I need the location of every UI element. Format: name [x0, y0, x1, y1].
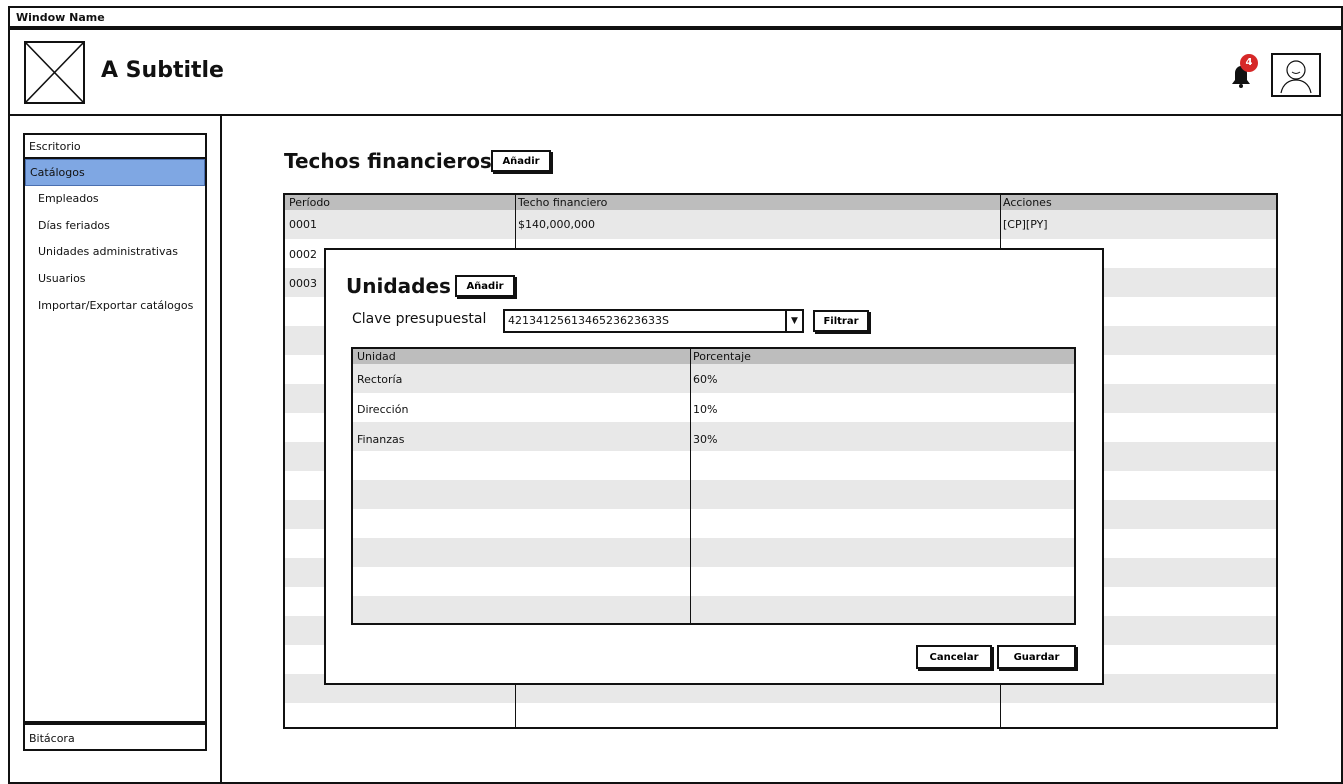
table-cell: 0001	[289, 218, 317, 231]
sidebar-item-empleados[interactable]: Empleados	[25, 186, 205, 213]
sidebar-item-catalogos[interactable]: Catálogos	[25, 159, 205, 186]
modal-title: Unidades	[346, 274, 451, 298]
table-cell: Finanzas	[357, 433, 405, 446]
sidebar-item-usuarios[interactable]: Usuarios	[25, 266, 205, 293]
table-cell: 0002	[289, 248, 317, 261]
table-cell: Rectoría	[357, 373, 403, 386]
add-techo-button[interactable]: Añadir	[491, 150, 551, 172]
column-header-techo: Techo financiero	[518, 196, 608, 209]
cancel-button[interactable]: Cancelar	[916, 645, 992, 669]
table-cell: 10%	[693, 403, 718, 416]
page-title: Techos financieros	[284, 149, 492, 173]
table-header	[285, 195, 1276, 210]
sidebar-item-dias-feriados[interactable]: Días feriados	[25, 213, 205, 240]
window-title: Window Name	[8, 6, 1343, 28]
table-cell: $140,000,000	[518, 218, 595, 231]
notification-count-badge: 4	[1240, 54, 1258, 72]
table-cell: Dirección	[357, 403, 409, 416]
sidebar-item-unidades-administrativas[interactable]: Unidades administrativas	[25, 239, 205, 266]
unidades-table: Unidad Porcentaje Rectoría 60% Dirección…	[351, 347, 1076, 625]
app-subtitle: A Subtitle	[101, 58, 224, 83]
table-cell: 60%	[693, 373, 718, 386]
table-cell: 0003	[289, 277, 317, 290]
chevron-down-icon[interactable]: ▼	[785, 311, 802, 331]
column-header-periodo: Período	[289, 196, 331, 209]
column-header-acciones: Acciones	[1003, 196, 1052, 209]
table-cell: 30%	[693, 433, 718, 446]
logo-placeholder-icon	[24, 41, 85, 104]
table-row-stripe	[285, 210, 1276, 239]
column-header-unidad: Unidad	[357, 350, 396, 363]
sidebar-menu: Catálogos Empleados Días feriados Unidad…	[23, 157, 207, 723]
user-avatar-icon[interactable]	[1271, 53, 1321, 97]
clave-presupuestal-value: 4213412561346523623633S	[508, 314, 669, 327]
sidebar-item-bitacora[interactable]: Bitácora	[23, 723, 207, 751]
add-unidad-button[interactable]: Añadir	[455, 275, 515, 297]
filter-button[interactable]: Filtrar	[813, 310, 869, 332]
column-header-porcentaje: Porcentaje	[693, 350, 751, 363]
row-actions[interactable]: [CP][PY]	[1003, 218, 1048, 231]
sidebar-item-escritorio[interactable]: Escritorio	[23, 133, 207, 157]
clave-presupuestal-label: Clave presupuestal	[352, 311, 487, 327]
sidebar-item-importar-exportar[interactable]: Importar/Exportar catálogos	[25, 293, 205, 320]
save-button[interactable]: Guardar	[997, 645, 1076, 669]
